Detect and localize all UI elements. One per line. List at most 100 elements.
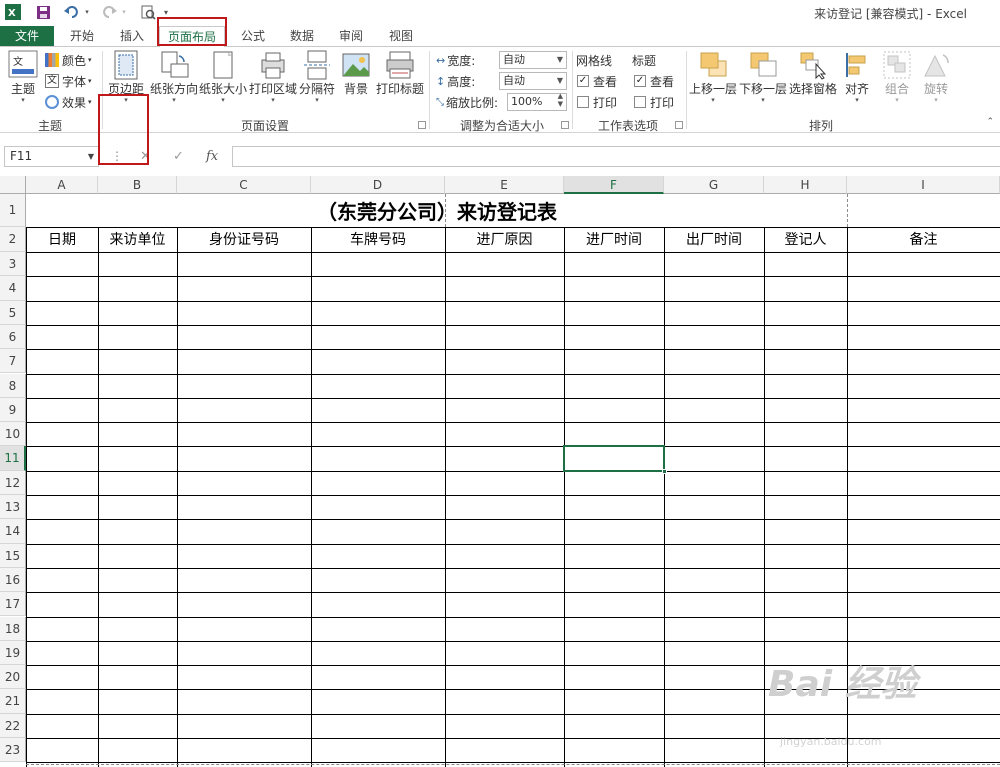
row-header-13[interactable]: 13 — [0, 495, 26, 520]
scale-icon: ⤡ — [436, 96, 444, 108]
size-button[interactable]: 纸张大小 ▾ — [199, 50, 247, 104]
scale-percent-spinner[interactable]: 100% ▲ ▼ — [507, 92, 567, 111]
size-icon — [208, 50, 238, 80]
headings-view-checkbox[interactable]: ✓ 查看 — [634, 71, 674, 91]
scale-label: 缩放比例: — [446, 95, 499, 110]
undo-icon[interactable] — [62, 3, 82, 21]
header-cell[interactable]: 日期 — [26, 228, 98, 252]
header-cell[interactable]: 出厂时间 — [664, 228, 764, 252]
row-border — [26, 397, 1000, 399]
row-header-9[interactable]: 9 — [0, 397, 26, 423]
row-header-21[interactable]: 21 — [0, 689, 26, 714]
theme-fonts-button[interactable]: 文 字体 ▾ — [45, 71, 92, 91]
tab-formulas[interactable]: 公式 — [229, 26, 277, 46]
print-titles-icon — [385, 50, 415, 80]
column-header-i[interactable]: I — [847, 176, 1000, 194]
collapse-ribbon-icon[interactable]: ⌃ — [986, 117, 994, 127]
column-header-f[interactable]: F — [564, 176, 664, 194]
undo-dropdown-icon[interactable]: ▾ — [83, 3, 91, 21]
height-icon: ↕ — [436, 74, 446, 88]
row-header-23[interactable]: 23 — [0, 738, 26, 763]
gridlines-print-checkbox[interactable]: 打印 — [577, 92, 617, 112]
row-header-15[interactable]: 15 — [0, 543, 26, 568]
column-header-h[interactable]: H — [764, 176, 847, 194]
bring-forward-button[interactable]: 上移一层 ▾ — [689, 50, 737, 104]
row-header-12[interactable]: 12 — [0, 470, 26, 495]
group-label: 组合 — [884, 82, 909, 96]
header-cell[interactable]: 来访单位 — [98, 228, 177, 252]
row-header-19[interactable]: 19 — [0, 640, 26, 666]
print-titles-button[interactable]: 打印标题 — [375, 50, 425, 96]
row-header-4[interactable]: 4 — [0, 276, 26, 301]
print-area-button[interactable]: 打印区域 ▾ — [249, 50, 297, 104]
formula-input[interactable] — [232, 146, 1000, 167]
headings-print-checkbox[interactable]: 打印 — [634, 92, 674, 112]
scale-launcher-icon[interactable] — [561, 121, 569, 129]
colors-icon — [45, 53, 59, 67]
row-header-8[interactable]: 8 — [0, 373, 26, 398]
tab-home[interactable]: 开始 — [58, 26, 106, 46]
column-header-c[interactable]: C — [177, 176, 311, 194]
row-header-17[interactable]: 17 — [0, 592, 26, 617]
background-label: 背景 — [343, 82, 368, 96]
header-cell[interactable]: 进厂时间 — [564, 228, 664, 252]
breaks-button[interactable]: 分隔符 ▾ — [297, 50, 337, 104]
tab-file[interactable]: 文件 — [0, 26, 54, 46]
rotate-label: 旋转 — [923, 82, 948, 96]
gridlines-view-checkbox[interactable]: ✓ 查看 — [577, 71, 617, 91]
scale-height-select[interactable]: 自动 ▼ — [499, 72, 567, 90]
column-header-d[interactable]: D — [311, 176, 445, 194]
page-setup-launcher-icon[interactable] — [418, 121, 426, 129]
row-header-7[interactable]: 7 — [0, 349, 26, 374]
align-button[interactable]: 对齐 ▾ — [839, 50, 875, 104]
breaks-dropdown-icon: ▾ — [315, 96, 319, 104]
save-icon[interactable] — [34, 3, 52, 21]
row-header-11[interactable]: 11 — [0, 446, 26, 471]
row-header-6[interactable]: 6 — [0, 324, 26, 350]
sheet-options-launcher-icon[interactable] — [675, 121, 683, 129]
row-header-16[interactable]: 16 — [0, 567, 26, 593]
themes-button[interactable]: 文 主题 ▾ — [3, 50, 43, 104]
window-title: 来访登记 [兼容模式] - Excel — [814, 7, 967, 21]
print-preview-icon[interactable] — [139, 3, 157, 21]
tab-data[interactable]: 数据 — [278, 26, 326, 46]
theme-effects-button[interactable]: 效果 ▾ — [45, 92, 92, 112]
row-header-22[interactable]: 22 — [0, 713, 26, 738]
send-backward-button[interactable]: 下移一层 ▾ — [738, 50, 788, 104]
column-header-b[interactable]: B — [98, 176, 177, 194]
background-button[interactable]: 背景 — [338, 50, 374, 96]
select-all-corner[interactable] — [0, 176, 26, 194]
row-header-18[interactable]: 18 — [0, 616, 26, 641]
header-cell[interactable]: 身份证号码 — [177, 228, 311, 252]
column-header-g[interactable]: G — [664, 176, 764, 194]
tab-review[interactable]: 审阅 — [327, 26, 375, 46]
group-separator — [686, 51, 687, 129]
header-cell[interactable]: 进厂原因 — [445, 228, 564, 252]
row-header-5[interactable]: 5 — [0, 300, 26, 325]
theme-colors-button[interactable]: 颜色 ▾ — [45, 50, 92, 70]
header-cell[interactable]: 车牌号码 — [311, 228, 445, 252]
row-header-20[interactable]: 20 — [0, 665, 26, 690]
send-backward-icon — [748, 50, 778, 80]
row-header-3[interactable]: 3 — [0, 252, 26, 277]
tab-insert[interactable]: 插入 — [108, 26, 156, 46]
row-header-14[interactable]: 14 — [0, 519, 26, 544]
column-header-a[interactable]: A — [26, 176, 98, 194]
column-header-e[interactable]: E — [445, 176, 564, 194]
enter-icon[interactable]: ✓ — [173, 149, 184, 164]
selection-pane-button[interactable]: 选择窗格 — [789, 50, 837, 96]
tab-view[interactable]: 视图 — [377, 26, 425, 46]
header-cell[interactable]: 登记人 — [764, 228, 847, 252]
selected-cell[interactable] — [563, 445, 667, 474]
row-header-10[interactable]: 10 — [0, 422, 26, 447]
header-cell[interactable]: 备注 — [847, 228, 1000, 252]
scale-width-select[interactable]: 自动 ▼ — [499, 51, 567, 69]
redo-icon[interactable] — [99, 3, 119, 21]
row-header-1[interactable]: 1 — [0, 194, 26, 227]
row-header-2[interactable]: 2 — [0, 227, 26, 252]
name-box[interactable]: F11 ▼ — [4, 146, 99, 167]
orientation-button[interactable]: 纸张方向 ▾ — [150, 50, 198, 104]
fill-handle[interactable] — [662, 468, 667, 474]
insert-function-icon[interactable]: fx — [206, 149, 218, 164]
row-border — [26, 252, 1000, 253]
